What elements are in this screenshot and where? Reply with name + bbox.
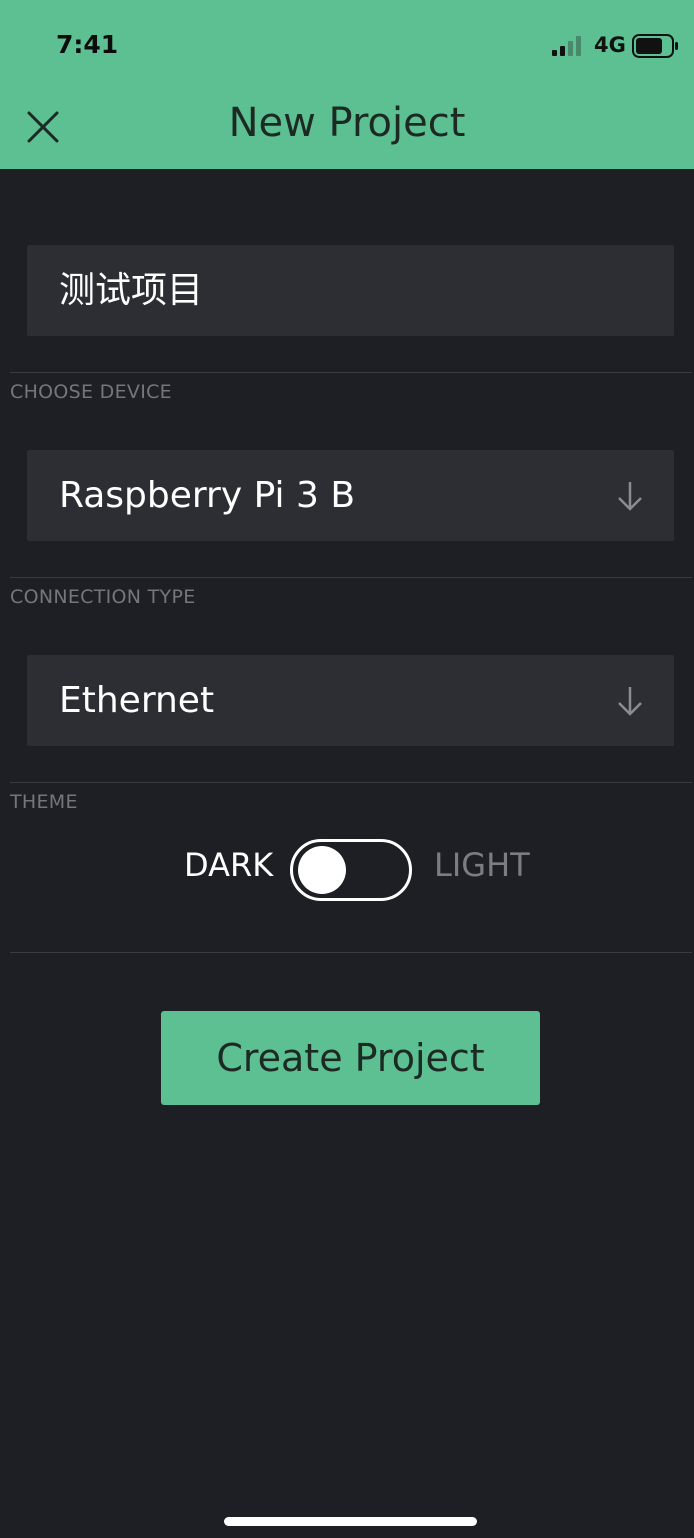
theme-light-label: LIGHT — [434, 846, 530, 884]
signal-icon — [552, 36, 581, 56]
divider — [10, 952, 692, 953]
project-name-value: 测试项目 — [59, 270, 204, 311]
arrow-down-icon — [618, 482, 642, 511]
arrow-down-icon — [618, 687, 642, 716]
choose-device-label: CHOOSE DEVICE — [10, 381, 172, 403]
project-name-input[interactable]: 测试项目 — [27, 245, 674, 336]
device-dropdown[interactable]: Raspberry Pi 3 B — [27, 450, 674, 541]
status-time: 7:41 — [56, 30, 119, 59]
device-value: Raspberry Pi 3 B — [59, 475, 356, 516]
page-title: New Project — [228, 100, 466, 146]
app-header: 7:41 4G New Project — [0, 0, 694, 169]
create-project-button[interactable]: Create Project — [161, 1011, 540, 1105]
connection-type-dropdown[interactable]: Ethernet — [27, 655, 674, 746]
theme-toggle[interactable] — [290, 839, 412, 901]
connection-type-value: Ethernet — [59, 680, 215, 721]
divider — [10, 782, 692, 783]
connection-type-label: CONNECTION TYPE — [10, 586, 196, 608]
divider — [10, 372, 692, 373]
home-indicator — [224, 1517, 477, 1526]
toggle-knob — [298, 846, 346, 894]
theme-label: THEME — [10, 791, 78, 813]
network-label: 4G — [594, 33, 626, 57]
divider — [10, 577, 692, 578]
theme-dark-label: DARK — [184, 846, 274, 884]
battery-icon — [632, 34, 678, 58]
